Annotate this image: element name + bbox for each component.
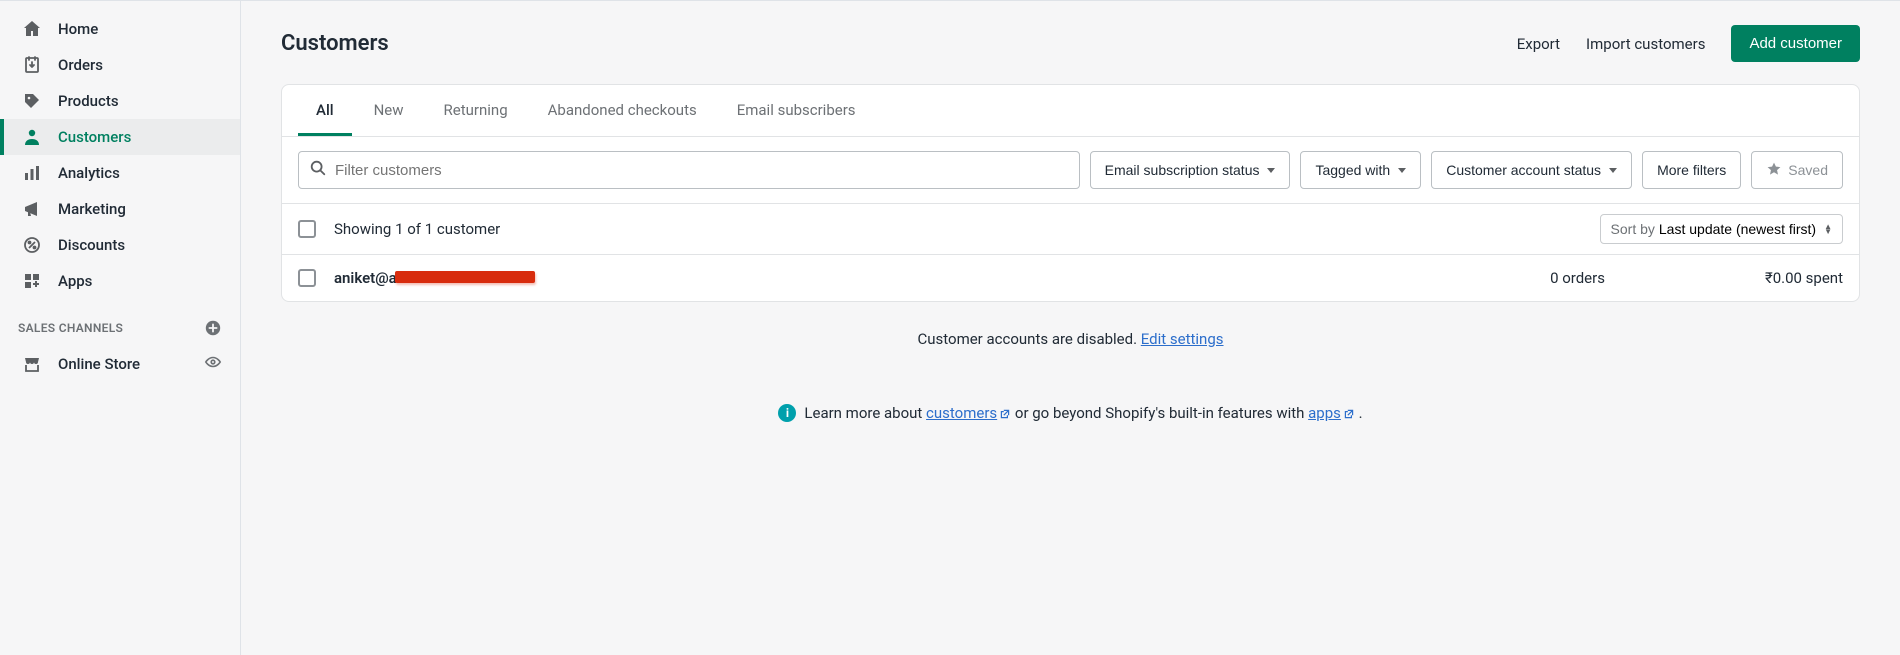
sidebar-item-customers[interactable]: Customers <box>0 119 240 155</box>
sidebar-item-marketing[interactable]: Marketing <box>0 191 240 227</box>
external-link-icon <box>999 408 1011 420</box>
tabs: All New Returning Abandoned checkouts Em… <box>282 85 1859 137</box>
tab-new[interactable]: New <box>356 85 422 136</box>
saved-filters-button[interactable]: Saved <box>1751 151 1843 189</box>
sidebar-item-label: Customers <box>58 128 131 146</box>
tab-abandoned-checkouts[interactable]: Abandoned checkouts <box>530 85 715 136</box>
sidebar-item-label: Discounts <box>58 236 125 254</box>
caret-down-icon <box>1267 168 1275 173</box>
customers-help-link[interactable]: customers <box>926 404 1011 422</box>
more-filters-button[interactable]: More filters <box>1642 151 1741 189</box>
external-link-icon <box>1343 408 1355 420</box>
sidebar-item-orders[interactable]: Orders <box>0 47 240 83</box>
apps-help-link[interactable]: apps <box>1308 404 1355 422</box>
star-icon <box>1766 161 1782 180</box>
sidebar: Home Orders Products Customers Analytics <box>0 1 241 655</box>
add-customer-button[interactable]: Add customer <box>1731 25 1860 62</box>
channel-label: Online Store <box>58 355 140 373</box>
sidebar-item-discounts[interactable]: Discounts <box>0 227 240 263</box>
row-checkbox[interactable] <box>298 269 316 287</box>
home-icon <box>22 19 42 39</box>
filter-customer-account-status[interactable]: Customer account status <box>1431 151 1632 189</box>
accounts-disabled-notice: Customer accounts are disabled. Edit set… <box>281 330 1860 348</box>
sidebar-item-label: Analytics <box>58 164 120 182</box>
sort-button[interactable]: Sort by Last update (newest first) ▲▼ <box>1600 214 1843 244</box>
apps-icon <box>22 271 42 291</box>
sales-channels-header: SALES CHANNELS <box>18 321 123 335</box>
main-content: Customers Export Import customers Add cu… <box>241 1 1900 655</box>
tab-email-subscribers[interactable]: Email subscribers <box>719 85 874 136</box>
caret-down-icon <box>1609 168 1617 173</box>
customers-icon <box>22 127 42 147</box>
search-input-wrap[interactable] <box>298 151 1080 189</box>
orders-icon <box>22 55 42 75</box>
filter-tagged-with[interactable]: Tagged with <box>1300 151 1421 189</box>
sidebar-item-label: Marketing <box>58 200 126 218</box>
sidebar-item-label: Orders <box>58 56 103 74</box>
learn-more-row: i Learn more about customers or go beyon… <box>281 404 1860 422</box>
products-icon <box>22 91 42 111</box>
search-icon <box>309 159 327 181</box>
redacted-text <box>395 271 535 283</box>
store-icon <box>22 354 42 374</box>
sidebar-item-label: Home <box>58 20 98 38</box>
sidebar-item-products[interactable]: Products <box>0 83 240 119</box>
edit-settings-link[interactable]: Edit settings <box>1141 330 1224 348</box>
tab-returning[interactable]: Returning <box>426 85 526 136</box>
export-link[interactable]: Export <box>1517 35 1560 53</box>
page-title: Customers <box>281 31 389 56</box>
results-count: Showing 1 of 1 customer <box>334 220 500 238</box>
analytics-icon <box>22 163 42 183</box>
search-input[interactable] <box>335 162 1069 179</box>
customer-orders: 0 orders <box>1550 269 1605 287</box>
customer-spent: ₹0.00 spent <box>1765 269 1843 287</box>
discounts-icon <box>22 235 42 255</box>
sidebar-item-label: Products <box>58 92 119 110</box>
add-channel-button[interactable] <box>204 319 222 337</box>
sort-arrows-icon: ▲▼ <box>1824 224 1832 234</box>
customer-name: aniket@a <box>334 269 535 287</box>
tab-all[interactable]: All <box>298 85 352 136</box>
info-icon: i <box>778 404 796 422</box>
marketing-icon <box>22 199 42 219</box>
sidebar-item-apps[interactable]: Apps <box>0 263 240 299</box>
sidebar-item-home[interactable]: Home <box>0 11 240 47</box>
sidebar-item-label: Apps <box>58 272 92 290</box>
select-all-checkbox[interactable] <box>298 220 316 238</box>
import-customers-link[interactable]: Import customers <box>1586 35 1705 53</box>
customers-card: All New Returning Abandoned checkouts Em… <box>281 84 1860 302</box>
sidebar-channel-online-store[interactable]: Online Store <box>0 345 240 383</box>
table-row[interactable]: aniket@a 0 orders ₹0.00 spent <box>282 254 1859 301</box>
filter-email-subscription-status[interactable]: Email subscription status <box>1090 151 1291 189</box>
view-store-icon[interactable] <box>204 353 222 375</box>
sidebar-item-analytics[interactable]: Analytics <box>0 155 240 191</box>
caret-down-icon <box>1398 168 1406 173</box>
